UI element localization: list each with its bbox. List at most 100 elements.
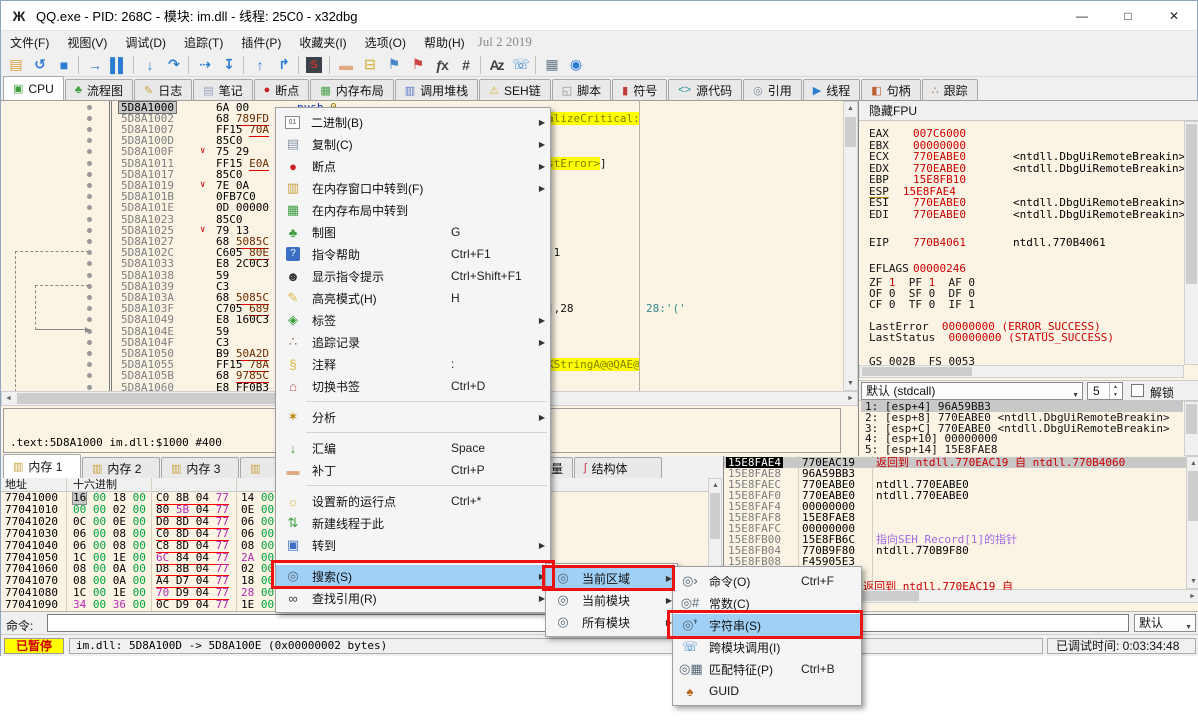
stack-row[interactable]: 15E8FAF815E8FAE8	[724, 512, 1186, 523]
tab-call-stack[interactable]: ▥调用堆栈	[395, 79, 478, 100]
calling-convention-select[interactable]: 默认 (stdcall) ▼	[861, 382, 1083, 400]
maximize-button[interactable]: □	[1105, 1, 1151, 31]
scroll-thumb[interactable]	[1186, 124, 1197, 284]
menu-item-string-references[interactable]: ◎❜字符串(S)	[673, 614, 861, 636]
toolbar-pause-button[interactable]: ▌▌	[106, 54, 130, 76]
toolbar-run-to-cursor-button[interactable]: ⇢	[192, 54, 216, 76]
menubar-item-2[interactable]: 调试(D)	[116, 32, 175, 53]
toolbar-comments-button[interactable]: ⊟	[357, 54, 381, 76]
tab-references[interactable]: ◎引用	[743, 79, 802, 100]
toolbar-stop-button[interactable]: ■	[51, 54, 75, 76]
argument-row[interactable]: 5: [esp+14] 15E8FAE8	[861, 444, 1183, 455]
register-row[interactable]: EFLAGS 00000246	[869, 263, 966, 274]
dump-byte[interactable]: 77	[209, 598, 229, 611]
minimize-button[interactable]: —	[1059, 1, 1105, 31]
tab-threads[interactable]: ▶线程	[803, 79, 860, 100]
tab-memory-map[interactable]: ▦内存布局	[310, 79, 393, 100]
toolbar-execute-till-return-button[interactable]: ↧	[216, 54, 240, 76]
menu-item-graph[interactable]: ♣制图G	[276, 221, 550, 243]
scroll-thumb[interactable]	[845, 117, 856, 147]
stack-row[interactable]: 15E8FAF400000000	[724, 501, 1186, 512]
dump-byte[interactable]: 0C	[156, 598, 169, 611]
menu-item-comment[interactable]: §注释:	[276, 353, 550, 375]
stack-row[interactable]: 15E8FAE4770EAC19返回到 ntdll.770EAC19 自 ntd…	[724, 457, 1186, 468]
scroll-thumb[interactable]	[710, 493, 720, 539]
tab-dump-4-partial[interactable]: ▥	[240, 457, 276, 478]
unlock-checkbox[interactable]	[1131, 384, 1144, 397]
register-row[interactable]: ECX770EABE0<ntdll.DbgUiRemoteBreakin>	[869, 151, 966, 162]
dump-byte[interactable]: 1E	[241, 598, 254, 611]
command-type-select[interactable]: 默认 ▼	[1134, 614, 1196, 632]
dump-byte[interactable]: 04	[189, 598, 209, 611]
tab-cpu[interactable]: ▣CPU	[3, 76, 64, 100]
stack-row[interactable]: 15E8FAF0770EABE0ntdll.770EABE0	[724, 490, 1186, 501]
menu-item-constant[interactable]: ◎#常数(C)	[673, 592, 861, 614]
tab-log[interactable]: ✎日志	[134, 79, 192, 100]
register-row[interactable]: ESI770EABE0<ntdll.DbgUiRemoteBreakin>	[869, 197, 966, 208]
toolbar-run-button[interactable]: →	[82, 54, 106, 76]
dump-byte[interactable]: 34	[73, 598, 86, 611]
dump-byte[interactable]: 00	[86, 598, 106, 611]
toolbar-calculator-button[interactable]: ▦	[539, 54, 563, 76]
menubar-item-0[interactable]: 文件(F)	[1, 32, 58, 53]
scroll-thumb[interactable]	[1186, 404, 1197, 434]
scroll-down-icon[interactable]: ▼	[844, 377, 857, 390]
menubar-item-7[interactable]: 帮助(H)	[415, 32, 474, 53]
menu-item-current-module[interactable]: ◎当前模块▶	[546, 589, 677, 611]
scroll-right-icon[interactable]: ►	[844, 392, 857, 405]
scroll-right-icon[interactable]: ►	[1186, 590, 1198, 603]
toolbar-modules-button[interactable]: ☏	[508, 54, 532, 76]
register-row[interactable]: EAX007C6000	[869, 128, 966, 139]
menu-item-search[interactable]: ◎搜索(S)▶	[276, 565, 550, 587]
close-button[interactable]: ✕	[1151, 1, 1197, 31]
toolbar-ordinals-button[interactable]: #	[453, 54, 477, 76]
menu-item-guid[interactable]: ♠GUID	[673, 680, 861, 702]
menu-item-binary[interactable]: 01二进制(B)▶	[276, 111, 550, 133]
menu-item-assemble[interactable]: ↓汇编Space	[276, 437, 550, 459]
scroll-thumb[interactable]	[862, 367, 972, 376]
menu-item-current-region[interactable]: ◎当前区域▶	[546, 567, 677, 589]
tab-script[interactable]: ◱脚本	[552, 79, 611, 100]
tab-graph[interactable]: ♣流程图	[65, 79, 133, 100]
tab-dump-2[interactable]: ▥内存 2	[82, 457, 160, 478]
menu-item-set-new-origin[interactable]: ☼设置新的运行点Ctrl+*	[276, 490, 550, 512]
tab-source[interactable]: <>源代码	[668, 79, 742, 100]
arg-count-stepper[interactable]: 5 ▲▼	[1087, 382, 1123, 400]
toolbar-step-into-button[interactable]: ↓	[137, 54, 161, 76]
menubar-item-4[interactable]: 插件(P)	[232, 32, 290, 53]
dump-byte[interactable]: 00	[126, 598, 146, 611]
toolbar-open-file-button[interactable]: ▤	[3, 54, 27, 76]
scroll-thumb[interactable]	[1188, 471, 1198, 521]
toolbar-strings-button[interactable]: Az	[484, 54, 508, 76]
toolbar-step-over-button[interactable]: ↷	[161, 54, 185, 76]
toolbar-labels-button[interactable]: ⚑	[381, 54, 405, 76]
register-row[interactable]: EBP15E8FB10	[869, 174, 966, 185]
menu-item-all-modules[interactable]: ◎所有模块▶	[546, 611, 677, 633]
dump-byte[interactable]: 00	[254, 598, 274, 611]
menu-item-follow-in-dump[interactable]: ▥在内存窗口中转到(F)▶	[276, 177, 550, 199]
menu-item-toggle-bookmark[interactable]: ⌂切换书签Ctrl+D	[276, 375, 550, 397]
tab-breakpoints[interactable]: ●断点	[254, 79, 310, 100]
menu-item-follow-in-memory-map[interactable]: ▦在内存布局中转到	[276, 199, 550, 221]
dump-byte[interactable]: D9	[169, 598, 189, 611]
hide-fpu-button[interactable]: 隐藏FPU	[859, 101, 1198, 121]
toolbar-functions-button[interactable]: ƒx	[429, 54, 453, 76]
menu-item-breakpoint[interactable]: ●断点▶	[276, 155, 550, 177]
menu-item-command[interactable]: ◎›命令(O)Ctrl+F	[673, 570, 861, 592]
menu-item-patch[interactable]: ▬补丁Ctrl+P	[276, 459, 550, 481]
register-row[interactable]: EDI770EABE0<ntdll.DbgUiRemoteBreakin>	[869, 209, 966, 220]
menu-item-trace-record[interactable]: ∴追踪记录▶	[276, 331, 550, 353]
registers-pane[interactable]: 隐藏FPU EAX007C6000EBX00000000ECX770EABE0<…	[859, 101, 1198, 456]
tab-symbols[interactable]: ▮符号	[612, 79, 667, 100]
scroll-up-icon[interactable]: ▲	[709, 479, 722, 492]
toolbar-patch-button[interactable]: ▬	[333, 54, 357, 76]
menubar-item-1[interactable]: 视图(V)	[58, 32, 116, 53]
toolbar-bookmarks-button[interactable]: ⚑	[405, 54, 429, 76]
flag-row[interactable]: CF 0 TF 0 IF 1	[869, 299, 975, 310]
menu-item-new-thread-here[interactable]: ⇅新建线程于此	[276, 512, 550, 534]
menubar-item-6[interactable]: 选项(O)	[356, 32, 415, 53]
tab-dump-1[interactable]: ▥内存 1	[3, 454, 81, 478]
menu-item-show-mnemonic-brief[interactable]: ☻显示指令提示Ctrl+Shift+F1	[276, 265, 550, 287]
scroll-up-icon[interactable]: ▲	[1187, 457, 1198, 470]
tab-seh[interactable]: ⚠SEH链	[479, 79, 551, 100]
